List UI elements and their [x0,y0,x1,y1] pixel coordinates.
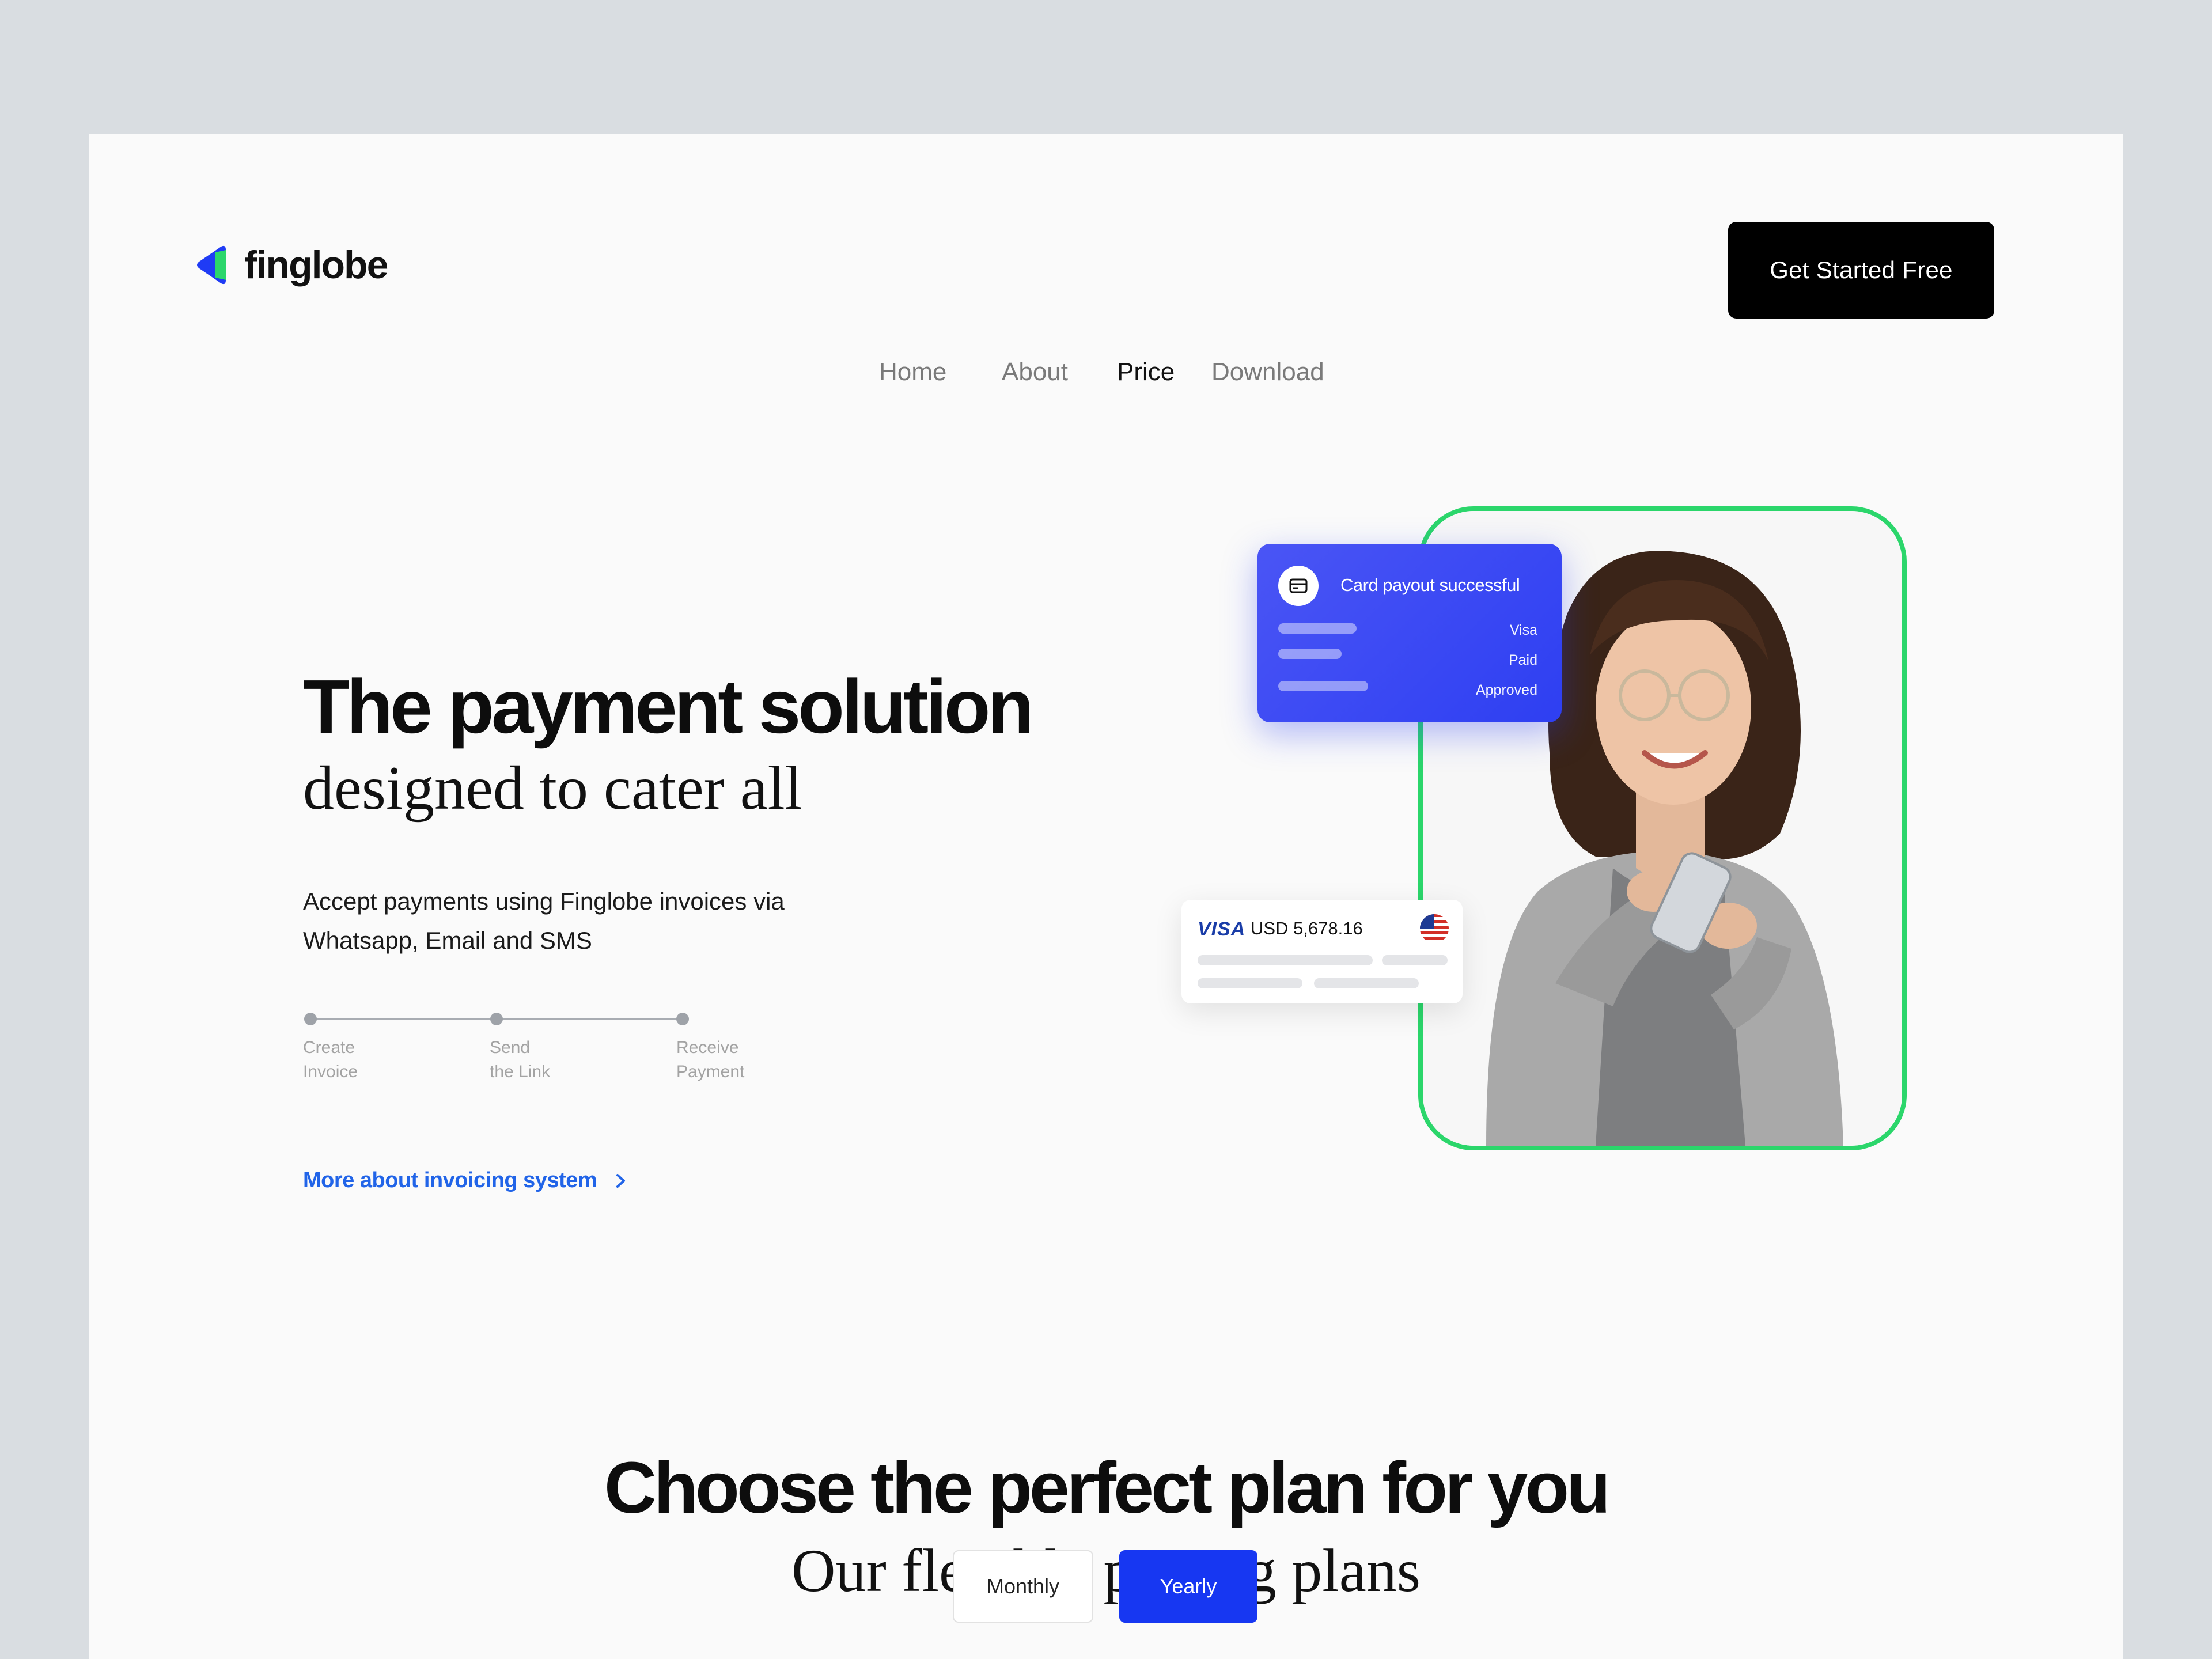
step-label-create: Create Invoice [303,1038,358,1081]
visa-amount-card: VISA USD 5,678.16 [1181,900,1463,1003]
visa-placeholder-bar [1198,978,1302,988]
step-label-receive: Receive Payment [676,1038,745,1081]
payout-status-visa: Visa [1509,622,1537,638]
pricing-subtitle: Our flexible pricing plans [791,1537,1421,1604]
pricing-title: Choose the perfect plan for you [604,1447,1611,1528]
payout-status-paid: Paid [1508,652,1537,668]
visa-placeholder-bar [1382,955,1448,965]
hero-subtitle: designed to cater all [303,754,802,823]
nav-download[interactable]: Download [1211,358,1324,387]
nav-home[interactable]: Home [879,358,946,387]
visa-amount: USD 5,678.16 [1251,918,1363,938]
step-dot-send [490,1013,503,1025]
nav-about[interactable]: About [1002,358,1068,387]
payout-notification-card: Card payout successful Visa Paid Approve… [1257,544,1562,722]
brand-logo[interactable]: finglobe [194,242,388,288]
payout-title: Card payout successful [1340,575,1520,595]
payout-placeholder-bar [1278,623,1357,634]
visa-logo: VISA [1198,918,1246,940]
visa-placeholder-bar [1314,978,1419,988]
hero-title: The payment solution [303,664,1034,749]
finglobe-logo-icon [197,245,226,285]
nav-price[interactable]: Price [1117,358,1175,387]
chevron-right-icon [616,1173,626,1188]
hero-description: Accept payments using Finglobe invoices … [303,888,785,954]
brand-name: finglobe [244,243,388,287]
get-started-button[interactable]: Get Started Free [1728,222,1994,319]
landing-page: finglobe Home About Price Download Get S… [89,134,2123,1659]
invoice-steps: Create Invoice Send the Link Receive Pay… [303,1007,770,1093]
visa-placeholder-bar [1198,955,1373,965]
more-about-invoicing-link[interactable]: More about invoicing system [303,1168,628,1193]
payout-placeholder-bar [1278,681,1368,691]
payout-placeholder-bar [1278,649,1342,659]
billing-yearly-button[interactable]: Yearly [1119,1550,1257,1623]
step-dot-create [304,1013,317,1025]
more-link-label: More about invoicing system [303,1168,597,1192]
us-flag-icon [1420,914,1449,943]
credit-card-icon [1278,566,1319,606]
payout-status-approved: Approved [1475,682,1537,698]
step-label-send: Send the Link [490,1038,551,1081]
step-dot-receive [676,1013,689,1025]
billing-monthly-button[interactable]: Monthly [953,1550,1093,1623]
